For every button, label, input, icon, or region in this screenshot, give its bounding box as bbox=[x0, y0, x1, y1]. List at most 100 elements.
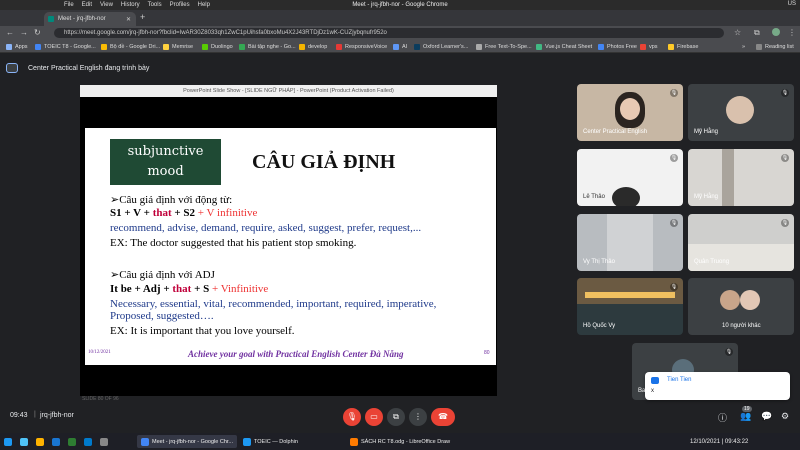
adj-list-2: Proposed, suggested…. bbox=[110, 310, 214, 322]
firebase-icon bbox=[668, 43, 674, 50]
chat-sender: Tien Tien bbox=[667, 377, 692, 383]
vscode-icon[interactable] bbox=[84, 435, 95, 448]
bookmark-item[interactable]: develop bbox=[299, 42, 327, 51]
taskbar-app-dolphin[interactable]: TOEIC — Dolphin bbox=[243, 435, 298, 448]
sheets-icon bbox=[239, 43, 245, 50]
bookmark-apps[interactable]: Apps bbox=[6, 42, 28, 51]
bookmark-item[interactable]: Free Text-To-Spe... bbox=[476, 42, 532, 51]
mic-off-icon: 🎙 bbox=[725, 348, 733, 356]
bookmark-item[interactable]: ResponsiveVoice bbox=[336, 42, 387, 51]
responsivevoice-icon bbox=[336, 43, 342, 50]
taskbar: Meet - jrq-jfbh-nor - Google Chr... TOEI… bbox=[0, 433, 800, 450]
terminal-icon[interactable] bbox=[68, 435, 79, 448]
close-tab-icon[interactable]: ✕ bbox=[126, 16, 131, 23]
participant-tile[interactable]: 🎙 Vy Thị Thảo bbox=[577, 214, 683, 271]
mic-off-icon: 🎙 bbox=[670, 283, 678, 291]
participant-tile[interactable]: 🎙 Mỹ Hằng bbox=[688, 84, 794, 141]
start-icon[interactable] bbox=[4, 435, 15, 448]
menu-icon[interactable]: ⋮ bbox=[788, 28, 796, 37]
participant-tile[interactable]: 🎙 Mỹ Hằng bbox=[688, 149, 794, 206]
taskbar-app-draw[interactable]: SÁCH RC T8.odg - LibreOffice Draw bbox=[350, 435, 450, 448]
files-icon[interactable] bbox=[20, 435, 31, 448]
folder-icon bbox=[299, 43, 305, 50]
bookmark-item[interactable]: Duolingo bbox=[202, 42, 233, 51]
more-options-button[interactable]: ⋮ bbox=[409, 408, 427, 426]
system-clock[interactable]: 12/10/2021 | 09:43:22 bbox=[690, 435, 748, 448]
bookmark-item[interactable]: Bài tập nghe - Go... bbox=[239, 42, 296, 51]
avatar bbox=[720, 290, 740, 310]
reload-icon[interactable]: ↻ bbox=[34, 28, 41, 37]
participant-tile[interactable]: 🎙 Quân Truong bbox=[688, 214, 794, 271]
verb-intro: ➢Câu giả định với động từ: bbox=[110, 194, 233, 206]
participant-video bbox=[688, 244, 794, 271]
bookmark-item[interactable]: AI bbox=[393, 42, 407, 51]
bookmark-item[interactable]: Firebase bbox=[668, 42, 698, 51]
reading-list-icon bbox=[756, 43, 762, 50]
others-tile[interactable]: 10 người khác bbox=[688, 278, 794, 335]
avatar bbox=[740, 290, 760, 310]
reading-list[interactable]: Reading list bbox=[756, 42, 794, 51]
bookmark-item[interactable]: Bộ đề - Google Dri... bbox=[101, 42, 160, 51]
mic-off-button[interactable]: 🎙 bbox=[343, 408, 361, 426]
participants-count-badge: 19 bbox=[742, 406, 752, 412]
info-icon[interactable]: ⓘ bbox=[718, 411, 727, 424]
meeting-clock: 09:43 bbox=[10, 412, 28, 419]
bookmarks-overflow-icon[interactable]: » bbox=[742, 42, 745, 51]
participant-name: Hồ Quốc Vy bbox=[583, 323, 616, 329]
chat-notification[interactable]: Tien Tien x bbox=[645, 372, 790, 400]
verb-example: EX: The doctor suggested that his patien… bbox=[110, 237, 357, 249]
chat-icon bbox=[651, 377, 659, 384]
participant-name: Quân Truong bbox=[694, 259, 730, 265]
chat-message: x bbox=[651, 388, 654, 394]
people-icon[interactable]: 👥 bbox=[740, 411, 751, 422]
present-screen-icon bbox=[6, 63, 18, 73]
docs-icon bbox=[35, 43, 41, 50]
bookmark-item[interactable]: Vue.js Cheat Sheet bbox=[536, 42, 592, 51]
drive-icon bbox=[101, 43, 107, 50]
camera-off-button[interactable]: ▭ bbox=[365, 408, 383, 426]
tab-meet[interactable]: Meet - jrq-jfbh-nor ✕ bbox=[44, 12, 136, 26]
chat-button-icon[interactable]: 💬 bbox=[761, 411, 772, 422]
duolingo-icon bbox=[202, 43, 208, 50]
ai-icon bbox=[393, 43, 399, 50]
address-bar[interactable]: https://meet.google.com/jrq-jfbh-nor?fbc… bbox=[54, 28, 724, 38]
present-button[interactable]: ⧉ bbox=[387, 408, 405, 426]
bookmark-item[interactable]: Photos Free bbox=[598, 42, 637, 51]
star-icon[interactable]: ☆ bbox=[734, 28, 741, 37]
bookmark-item[interactable]: TOEIC T8 - Google... bbox=[35, 42, 96, 51]
participant-tile[interactable]: 🎙 Center Practical English bbox=[577, 84, 683, 141]
participant-tile[interactable]: 🎙 Hồ Quốc Vy bbox=[577, 278, 683, 335]
participant-tile[interactable]: 🎙 Lê Thảo bbox=[577, 149, 683, 206]
window-title: Meet - jrq-jfbh-nor - Google Chrome bbox=[352, 2, 448, 8]
bookmark-item[interactable]: vps bbox=[640, 42, 658, 51]
meet-favicon-icon bbox=[48, 16, 54, 22]
verb-list: recommend, advise, demand, require, aske… bbox=[110, 222, 422, 234]
app-icon[interactable] bbox=[100, 435, 111, 448]
bookmark-item[interactable]: Oxford Learner's... bbox=[414, 42, 468, 51]
divider: | bbox=[34, 411, 36, 418]
oxford-icon bbox=[414, 43, 420, 50]
leave-call-button[interactable]: ☎ bbox=[431, 408, 455, 426]
presenter-banner: Center Practical English đang trình bày bbox=[6, 61, 149, 75]
profile-avatar[interactable] bbox=[772, 28, 780, 36]
slide-counter: SLIDE 80 OF 96 bbox=[82, 396, 119, 402]
tab-title: Meet - jrq-jfbh-nor bbox=[58, 16, 106, 22]
taskbar-app-chrome[interactable]: Meet - jrq-jfbh-nor - Google Chr... bbox=[137, 435, 238, 448]
participant-name: Mỹ Hằng bbox=[694, 194, 719, 200]
os-menubar: File Edit View History Tools Profiles He… bbox=[0, 0, 800, 10]
activities-icon[interactable]: ⚙ bbox=[781, 411, 789, 422]
new-tab-icon[interactable]: + bbox=[140, 12, 145, 22]
extensions-icon[interactable]: ⧉ bbox=[754, 28, 760, 38]
mic-off-icon: 🎙 bbox=[670, 154, 678, 162]
photos-icon bbox=[598, 43, 604, 50]
browser-icon[interactable] bbox=[36, 435, 47, 448]
mail-icon[interactable] bbox=[52, 435, 63, 448]
adj-formula: It be + Adj + that + S + Vinfinitive bbox=[110, 283, 269, 295]
mic-off-icon: 🎙 bbox=[670, 89, 678, 97]
tts-icon bbox=[476, 43, 482, 50]
mic-off-icon: 🎙 bbox=[781, 89, 789, 97]
keyboard-layout[interactable]: US bbox=[788, 1, 796, 7]
back-icon[interactable]: ← bbox=[6, 28, 14, 37]
bookmark-item[interactable]: Memrise bbox=[163, 42, 193, 51]
forward-icon[interactable]: → bbox=[20, 28, 28, 37]
